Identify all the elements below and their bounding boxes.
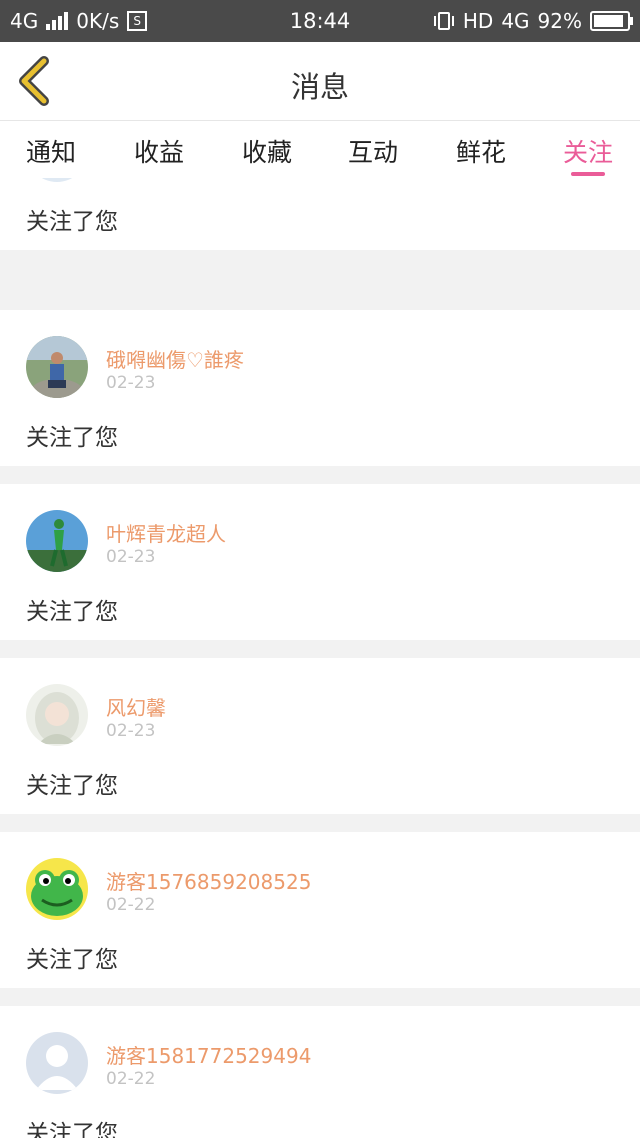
- page-title: 消息: [290, 70, 349, 104]
- battery-percent: 92%: [537, 9, 582, 33]
- item-message: 关注了您: [26, 1121, 118, 1138]
- tab-notifications[interactable]: 通知: [26, 133, 76, 169]
- avatar[interactable]: [26, 510, 88, 572]
- avatar[interactable]: [26, 684, 88, 746]
- user-name[interactable]: 游客1581772529494: [106, 1040, 311, 1069]
- item-date: 02-23: [106, 373, 156, 393]
- avatar[interactable]: [26, 1032, 88, 1094]
- list-item[interactable]: 游客1581772529494 02-22 关注了您: [0, 1006, 640, 1138]
- tab-earnings[interactable]: 收益: [134, 133, 184, 169]
- tab-bar: 通知 收益 收藏 互动 鲜花 关注: [0, 120, 640, 179]
- follow-list[interactable]: 莳校 02-23 关注了您 硪嘚幽傷♡誰疼 02-23 关注了您 叶辉青龙超人 …: [0, 178, 640, 1138]
- status-bar: 4G 0K/s S 18:44 HD 4G 92%: [0, 0, 640, 42]
- tab-flowers[interactable]: 鲜花: [456, 133, 506, 169]
- default-avatar-icon: [26, 178, 88, 182]
- network-type-right: 4G: [501, 9, 530, 33]
- active-tab-indicator: [571, 172, 605, 176]
- item-date: 02-23: [106, 721, 156, 741]
- item-message: 关注了您: [26, 947, 118, 973]
- item-message: 关注了您: [26, 773, 118, 799]
- list-item[interactable]: 游客1576859208525 02-22 关注了您: [0, 832, 640, 988]
- app-header: 消息: [0, 42, 640, 120]
- default-user-icon: [26, 1032, 88, 1094]
- item-message: 关注了您: [26, 425, 118, 451]
- user-photo-icon: [26, 336, 88, 398]
- battery-icon: [590, 11, 633, 31]
- status-right: HD 4G 92%: [433, 9, 633, 33]
- user-name[interactable]: 风幻馨: [106, 692, 166, 721]
- tab-interactions[interactable]: 互动: [348, 133, 398, 169]
- tab-favorites[interactable]: 收藏: [242, 133, 292, 169]
- list-item[interactable]: 叶辉青龙超人 02-23 关注了您: [0, 484, 640, 640]
- list-item[interactable]: 硪嘚幽傷♡誰疼 02-23 关注了您: [0, 310, 640, 466]
- item-message: 关注了您: [26, 209, 118, 235]
- user-name[interactable]: 叶辉青龙超人: [106, 518, 226, 547]
- user-name[interactable]: 游客1576859208525: [106, 866, 311, 895]
- frog-avatar-icon: [26, 858, 88, 920]
- hd-label: HD: [462, 9, 494, 33]
- tab-follows[interactable]: 关注: [563, 133, 613, 169]
- vibrate-icon: [433, 12, 454, 30]
- list-item[interactable]: 莳校 02-23 关注了您: [0, 178, 640, 250]
- list-item[interactable]: 风幻馨 02-23 关注了您: [0, 658, 640, 814]
- user-name[interactable]: 硪嘚幽傷♡誰疼: [106, 344, 244, 373]
- user-photo-icon: [26, 684, 88, 746]
- avatar[interactable]: [26, 858, 88, 920]
- avatar[interactable]: [26, 178, 88, 182]
- item-date: 02-22: [106, 895, 156, 915]
- item-date: 02-23: [106, 547, 156, 567]
- avatar[interactable]: [26, 336, 88, 398]
- user-photo-icon: [26, 510, 88, 572]
- item-message: 关注了您: [26, 599, 118, 625]
- item-date: 02-22: [106, 1069, 156, 1089]
